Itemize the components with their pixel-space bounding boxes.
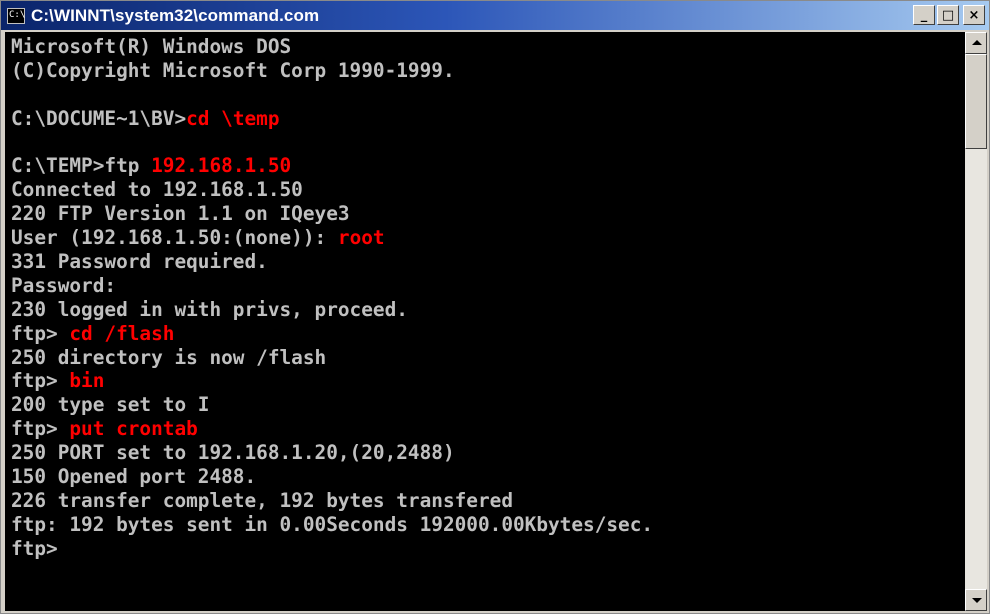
console-line: Connected to 192.168.1.50 — [11, 178, 965, 202]
close-icon: × — [968, 7, 980, 23]
console-line: ftp> — [11, 537, 965, 561]
console-output-text: 230 logged in with privs, proceed. — [11, 297, 408, 321]
console-output-text: ftp> — [11, 536, 58, 560]
maximize-button[interactable]: □ — [937, 5, 959, 25]
console-output-text: 226 transfer complete, 192 bytes transfe… — [11, 488, 513, 512]
console-output-text: 331 Password required. — [11, 250, 268, 274]
vertical-scrollbar[interactable] — [965, 32, 987, 611]
maximize-icon: □ — [941, 7, 955, 23]
console-line: 226 transfer complete, 192 bytes transfe… — [11, 489, 965, 513]
console-line: C:\TEMP>ftp 192.168.1.50 — [11, 154, 965, 178]
console-line: ftp> cd /flash — [11, 322, 965, 346]
console-output-text: ftp> — [11, 369, 70, 393]
arrow-down-icon — [972, 598, 982, 603]
window-controls: _ □ × — [911, 5, 985, 25]
typed-command: bin — [69, 369, 105, 393]
console-line: 250 PORT set to 192.168.1.20,(20,2488) — [11, 441, 965, 465]
console-line: Microsoft(R) Windows DOS — [11, 35, 965, 59]
console-line: 250 directory is now /flash — [11, 346, 965, 370]
console-output-text: 220 FTP Version 1.1 on IQeye3 — [11, 202, 350, 226]
console-line: 220 FTP Version 1.1 on IQeye3 — [11, 202, 965, 226]
console-lines: Microsoft(R) Windows DOS (C)Copyright Mic… — [5, 32, 965, 561]
minimize-button[interactable]: _ — [913, 5, 935, 25]
typed-command: put crontab — [69, 417, 198, 441]
console-output-text: (C)Copyright Microsoft Corp 1990-1999. — [11, 58, 455, 82]
console-output-text: User (192.168.1.50:(none)): — [11, 226, 338, 250]
typed-command: cd /flash — [69, 321, 175, 345]
console-output-text: C:\DOCUME~1\BV> — [11, 106, 187, 130]
minimize-icon: _ — [920, 7, 928, 23]
console-line: C:\DOCUME~1\BV>cd \temp — [11, 107, 965, 131]
typed-command: root — [337, 226, 385, 250]
scroll-up-button[interactable] — [965, 32, 987, 54]
console-line: 331 Password required. — [11, 250, 965, 274]
console-output-text: Microsoft(R) Windows DOS — [11, 35, 292, 58]
scroll-thumb[interactable] — [965, 54, 987, 149]
console-output-text: 250 directory is now /flash — [11, 345, 327, 369]
console-output-text: 200 type set to I — [11, 393, 210, 417]
console-line: ftp: 192 bytes sent in 0.00Seconds 19200… — [11, 513, 965, 537]
console-line: Password: — [11, 274, 965, 298]
title-bar[interactable]: C:\ C:\WINNT\system32\command.com _ □ × — [1, 1, 989, 30]
console-output-text: 150 Opened port 2488. — [11, 465, 257, 489]
console-output-text: ftp> — [11, 417, 70, 441]
console-line: User (192.168.1.50:(none)): root — [11, 226, 965, 250]
console-window: C:\ C:\WINNT\system32\command.com _ □ × … — [0, 0, 990, 614]
console-line: 200 type set to I — [11, 393, 965, 417]
console-line: ftp> put crontab — [11, 417, 965, 441]
console-output-text: ftp: 192 bytes sent in 0.00Seconds 19200… — [11, 512, 654, 536]
console-line: 230 logged in with privs, proceed. — [11, 298, 965, 322]
typed-command: cd \temp — [186, 106, 280, 130]
console-line: ftp> bin — [11, 369, 965, 393]
command-prompt-icon[interactable]: C:\ — [7, 7, 26, 24]
console-output-text: ftp> — [11, 321, 70, 345]
console-output[interactable]: Microsoft(R) Windows DOS (C)Copyright Mic… — [5, 32, 965, 611]
typed-command: 192.168.1.50 — [151, 154, 292, 178]
console-output-text: 250 PORT set to 192.168.1.20,(20,2488) — [11, 441, 455, 465]
command-prompt-icon-text: C:\ — [9, 9, 26, 20]
console-output-text: C:\TEMP>ftp — [11, 154, 152, 178]
arrow-up-icon — [972, 40, 982, 45]
close-button[interactable]: × — [963, 5, 985, 25]
console-line: 150 Opened port 2488. — [11, 465, 965, 489]
window-title: C:\WINNT\system32\command.com — [31, 5, 320, 25]
scroll-down-button[interactable] — [965, 589, 987, 611]
console-output-text: Password: — [11, 273, 117, 297]
console-output-text: Connected to 192.168.1.50 — [11, 178, 303, 202]
console-line: (C)Copyright Microsoft Corp 1990-1999. — [11, 59, 965, 83]
